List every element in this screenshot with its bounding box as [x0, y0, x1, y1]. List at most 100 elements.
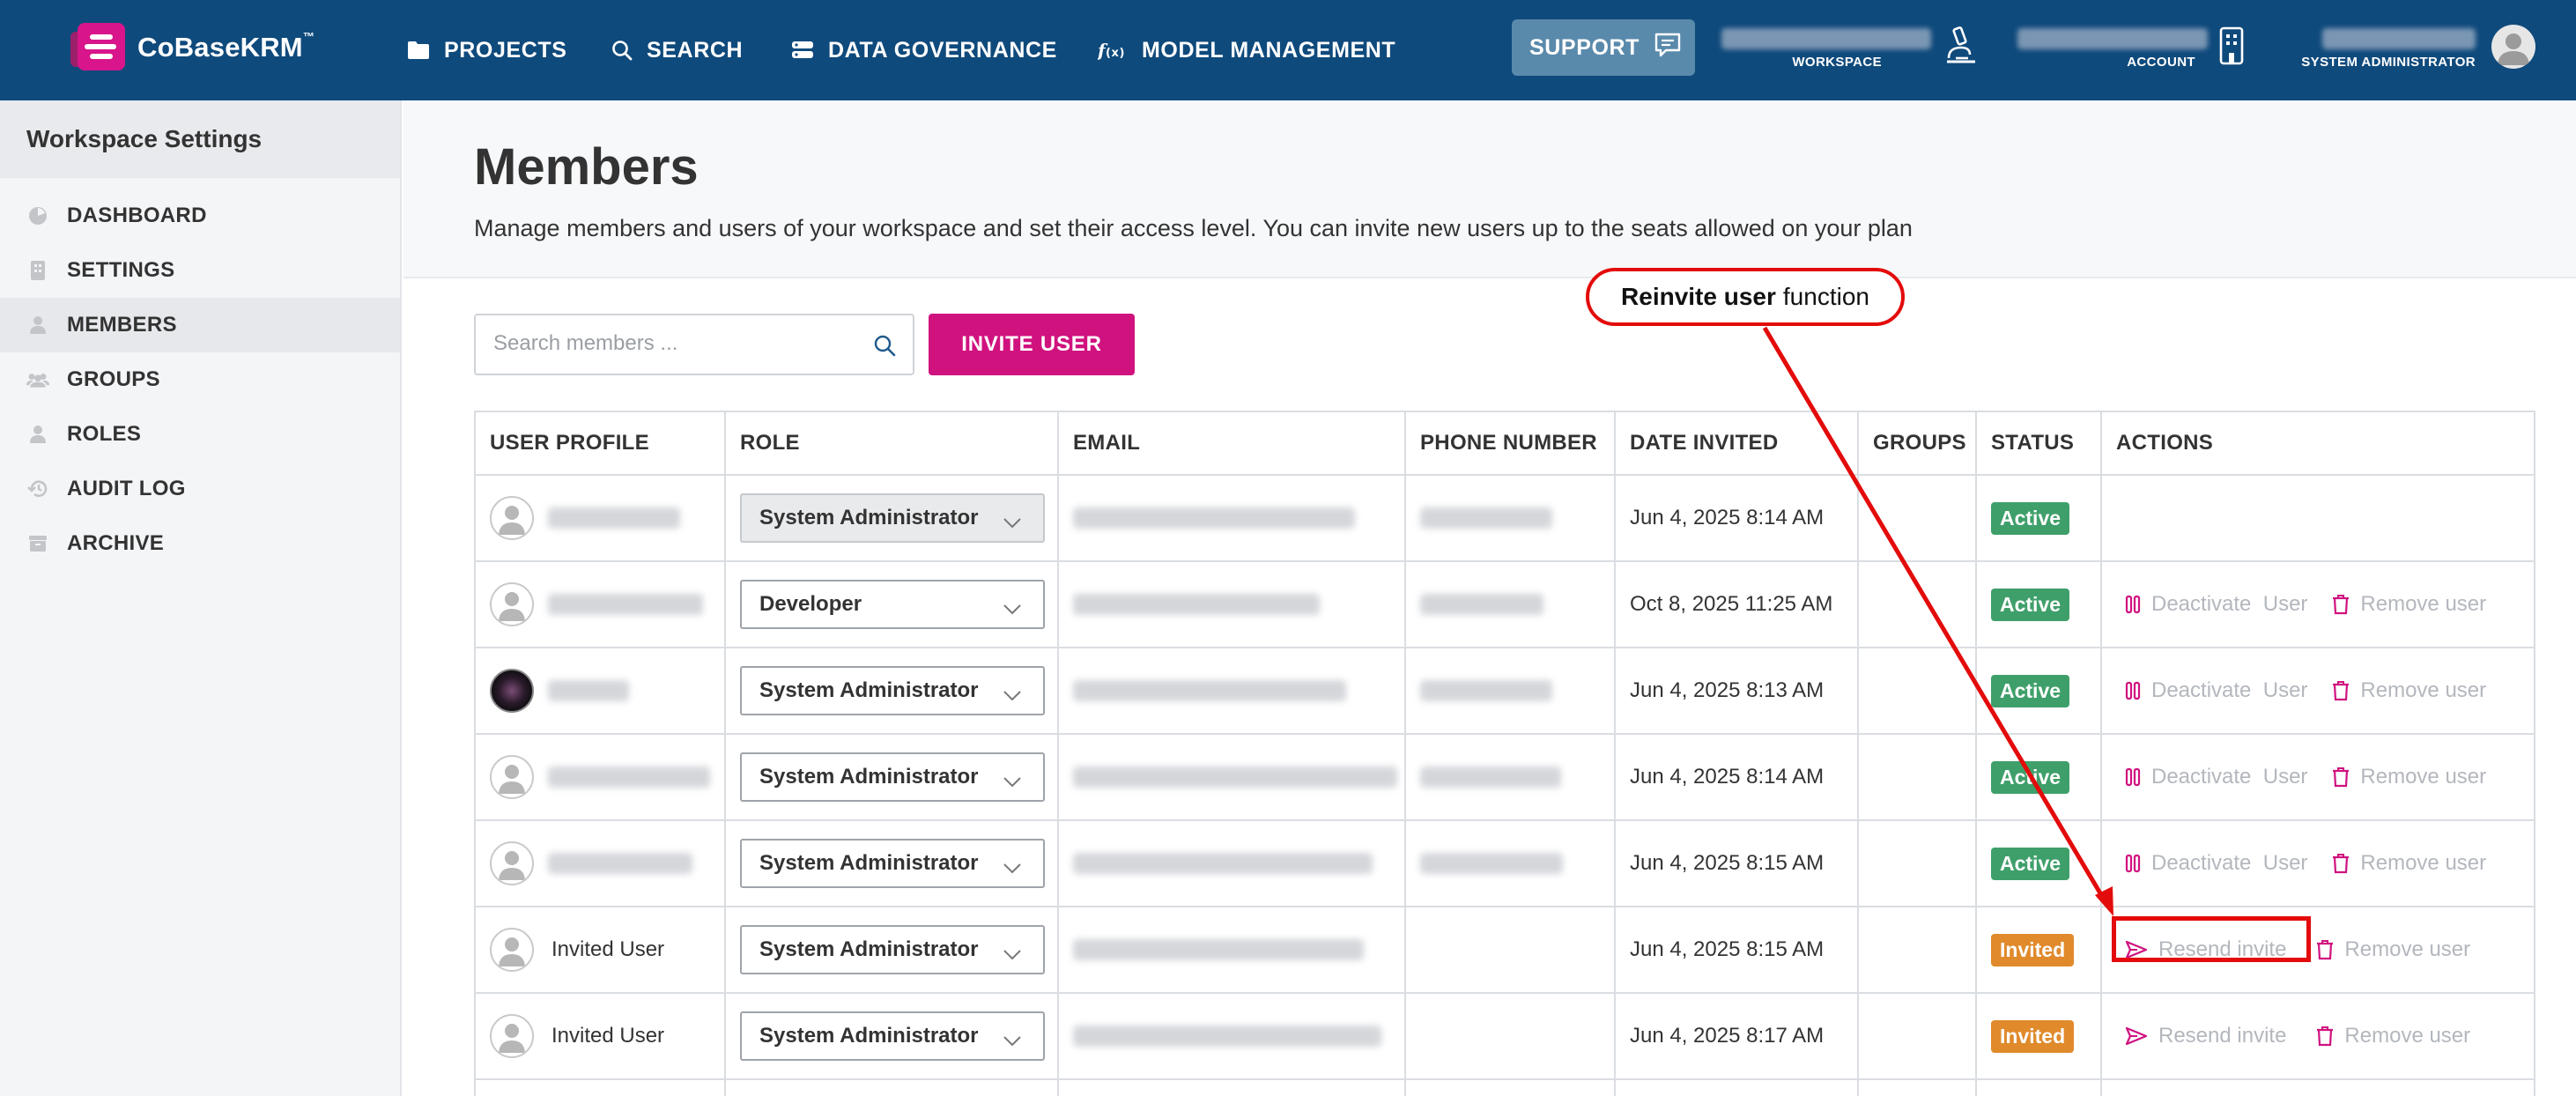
deactivate-user-button[interactable]: Deactivate User: [2125, 851, 2307, 876]
avatar: [490, 755, 534, 799]
person-icon: [26, 425, 49, 444]
email-redacted: [1073, 507, 1355, 529]
search-input[interactable]: [476, 315, 846, 372]
microscope-icon[interactable]: [1943, 26, 1979, 71]
page-header: Members Manage members and users of your…: [403, 100, 2576, 278]
column-header-groups[interactable]: GROUPS: [1859, 412, 1977, 474]
sidebar-item-label: SETTINGS: [67, 258, 175, 282]
user-name-redacted: [548, 594, 703, 615]
remove-user-button[interactable]: Remove user: [2316, 1024, 2470, 1048]
remove-user-button[interactable]: Remove user: [2332, 592, 2486, 617]
support-button[interactable]: SUPPORT: [1512, 19, 1695, 76]
role-select[interactable]: System Administrator: [740, 666, 1045, 715]
sidebar-item-roles[interactable]: ROLES: [0, 407, 400, 462]
chevron-down-icon: [1003, 943, 1022, 967]
date-invited-cell: Jun 4, 2025 8:15 AM: [1616, 907, 1859, 992]
email-redacted: [1073, 853, 1373, 874]
column-header-user-profile[interactable]: USER PROFILE: [476, 412, 726, 474]
deactivate-user-button[interactable]: Deactivate User: [2125, 765, 2307, 789]
groups-cell: [1859, 735, 1977, 819]
column-header-status[interactable]: STATUS: [1977, 412, 2102, 474]
folder-icon: [407, 41, 430, 60]
avatar: [490, 669, 534, 713]
column-header-email[interactable]: EMAIL: [1059, 412, 1406, 474]
groups-cell: [1859, 907, 1977, 992]
nav-projects[interactable]: PROJECTS: [407, 0, 567, 100]
column-header-actions[interactable]: ACTIONS: [2102, 412, 2537, 474]
phone-redacted: [1420, 507, 1552, 529]
actions-cell: Resend invite Remove user: [2102, 994, 2537, 1078]
nav-model-management-label: MODEL MANAGEMENT: [1142, 37, 1396, 63]
user-name: Invited User: [551, 937, 665, 961]
remove-user-button[interactable]: Remove user: [2316, 937, 2470, 962]
phone-cell: [1406, 994, 1616, 1078]
user-name-redacted: [2322, 28, 2476, 49]
group-icon: [26, 370, 49, 389]
chevron-down-icon: [1003, 856, 1022, 881]
user-profile-cell: Invited User: [476, 907, 726, 992]
sidebar-item-label: AUDIT LOG: [67, 477, 186, 500]
pause-icon: [2125, 854, 2141, 873]
deactivate-label: Deactivate: [2151, 678, 2252, 702]
nav-search[interactable]: SEARCH: [611, 0, 743, 100]
resend-invite-button[interactable]: Resend invite: [2125, 1024, 2286, 1048]
role-select[interactable]: System Administrator: [740, 925, 1045, 974]
role-select[interactable]: System Administrator: [740, 839, 1045, 888]
status-cell: Active: [1977, 562, 2102, 647]
groups-cell: [1859, 994, 1977, 1078]
search-icon[interactable]: [872, 333, 897, 362]
nav-data-governance[interactable]: DATA GOVERNANCE: [791, 0, 1057, 100]
sidebar-item-archive[interactable]: ARCHIVE: [0, 516, 400, 571]
building-icon[interactable]: [2218, 26, 2245, 70]
avatar: [490, 841, 534, 885]
remove-user-button[interactable]: Remove user: [2332, 678, 2486, 703]
role-select[interactable]: System Administrator: [740, 752, 1045, 802]
column-header-date-invited[interactable]: DATE INVITED: [1616, 412, 1859, 474]
app-logo[interactable]: CoBaseKRM™: [70, 23, 315, 72]
status-badge: Active: [1991, 674, 2070, 707]
status-badge: Active: [1991, 847, 2070, 880]
top-navigation-bar: CoBaseKRM™ PROJECTS SEARCH DATA GOVERNAN…: [0, 0, 2576, 100]
role-select[interactable]: System Administrator: [740, 1011, 1045, 1061]
nav-projects-label: PROJECTS: [444, 37, 567, 63]
sidebar-item-members[interactable]: MEMBERS: [0, 298, 400, 352]
invite-user-button[interactable]: INVITE USER: [929, 314, 1135, 375]
status-cell: Active: [1977, 648, 2102, 733]
nav-model-management[interactable]: f (x) MODEL MANAGEMENT: [1098, 0, 1395, 100]
account-label: ACCOUNT: [2127, 55, 2195, 70]
column-header-role[interactable]: ROLE: [726, 412, 1059, 474]
sidebar-item-settings[interactable]: SETTINGS: [0, 243, 400, 298]
column-header-phone-number[interactable]: PHONE NUMBER: [1406, 412, 1616, 474]
phone-cell: [1406, 648, 1616, 733]
table-row: Invited User System Administrator Jun 4,…: [476, 994, 2534, 1080]
sidebar-item-groups[interactable]: GROUPS: [0, 352, 400, 407]
remove-user-label: Remove user: [2344, 937, 2471, 961]
logo-text: CoBaseKRM™: [137, 30, 315, 63]
deactivate-user-button[interactable]: Deactivate User: [2125, 592, 2307, 617]
email-redacted: [1073, 766, 1397, 788]
role-select-value: System Administrator: [759, 506, 979, 529]
search-icon: [611, 40, 633, 61]
logo-mark-icon: [70, 23, 125, 72]
role-select[interactable]: Developer: [740, 580, 1045, 629]
phone-cell: [1406, 562, 1616, 647]
status-cell: Invited: [1977, 907, 2102, 992]
user-name-redacted: [548, 853, 692, 874]
sidebar-item-label: GROUPS: [67, 367, 160, 391]
sidebar-item-label: MEMBERS: [67, 313, 177, 337]
trash-icon: [2316, 1026, 2334, 1047]
remove-user-button[interactable]: Remove user: [2332, 765, 2486, 789]
phone-cell: [1406, 907, 1616, 992]
deactivate-user-button[interactable]: Deactivate User: [2125, 678, 2307, 703]
chevron-down-icon: [1003, 684, 1022, 708]
sidebar-item-audit-log[interactable]: AUDIT LOG: [0, 462, 400, 516]
remove-user-button[interactable]: Remove user: [2332, 851, 2486, 876]
search-members-field[interactable]: [474, 314, 914, 375]
svg-text:(x): (x): [1106, 47, 1125, 60]
groups-cell: [1859, 476, 1977, 560]
user-avatar[interactable]: [2491, 25, 2535, 69]
remove-user-label: Remove user: [2360, 592, 2487, 616]
sidebar-item-dashboard[interactable]: DASHBOARD: [0, 189, 400, 243]
role-select[interactable]: System Administrator: [740, 493, 1045, 543]
avatar: [490, 1014, 534, 1058]
